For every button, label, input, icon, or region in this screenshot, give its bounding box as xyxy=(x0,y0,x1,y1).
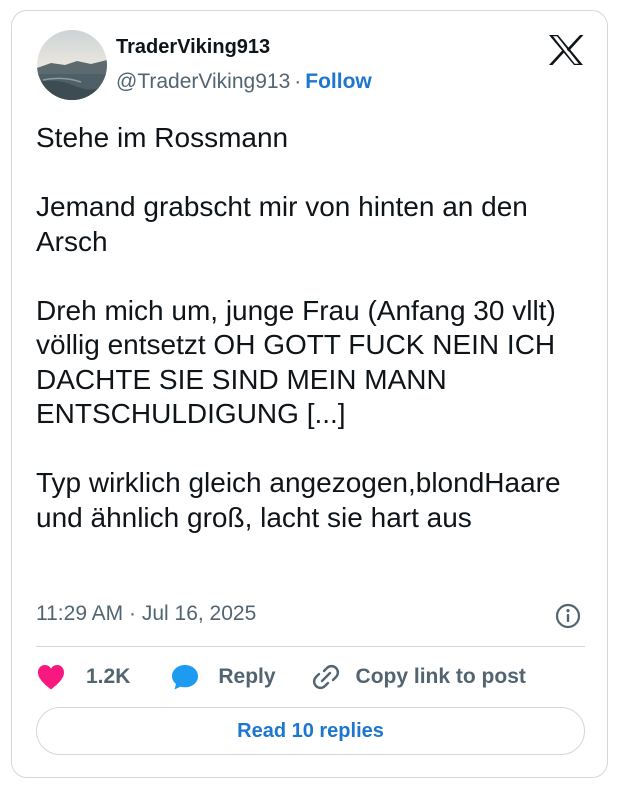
handle[interactable]: @TraderViking913 xyxy=(116,70,290,93)
heart-icon xyxy=(38,665,64,690)
tweet-card: TraderViking913 @TraderViking913 · Follow … xyxy=(11,10,608,778)
reply-label: Reply xyxy=(218,665,276,688)
copy-link-button[interactable]: Copy link to post xyxy=(312,663,526,691)
display-name[interactable]: TraderViking913 xyxy=(116,36,270,59)
avatar-photo xyxy=(37,30,107,100)
separator: · xyxy=(294,70,302,93)
tweet-paragraph: Typ wirklich gleich angezogen,blondHaare… xyxy=(36,467,561,533)
tweet-timestamp[interactable]: 11:29 AM · Jul 16, 2025 xyxy=(36,602,256,626)
tweet-paragraph: Dreh mich um, junge Frau (Anfang 30 vllt… xyxy=(36,294,556,430)
divider xyxy=(36,646,585,647)
link-icon xyxy=(312,664,339,690)
reply-bubble-icon xyxy=(172,665,199,690)
avatar[interactable] xyxy=(37,30,107,100)
tweet-text: Stehe im Rossmann Jemand grabscht mir vo… xyxy=(36,121,596,535)
copy-link-label: Copy link to post xyxy=(355,665,526,688)
action-bar: 1.2K Reply Copy link to post xyxy=(36,659,526,695)
reply-button[interactable]: Reply xyxy=(170,662,276,692)
tweet-paragraph: Stehe im Rossmann xyxy=(36,122,289,153)
tweet-paragraph: Jemand grabscht mir von hinten an den Ar… xyxy=(36,191,528,257)
like-button[interactable]: 1.2K xyxy=(36,663,130,691)
like-count: 1.2K xyxy=(86,665,131,688)
follow-button[interactable]: Follow xyxy=(305,70,372,93)
read-replies-button[interactable]: Read 10 replies xyxy=(36,707,585,755)
info-icon[interactable] xyxy=(555,603,581,629)
handle-row: @TraderViking913 · Follow xyxy=(116,70,372,94)
x-logo-icon[interactable] xyxy=(547,33,585,67)
